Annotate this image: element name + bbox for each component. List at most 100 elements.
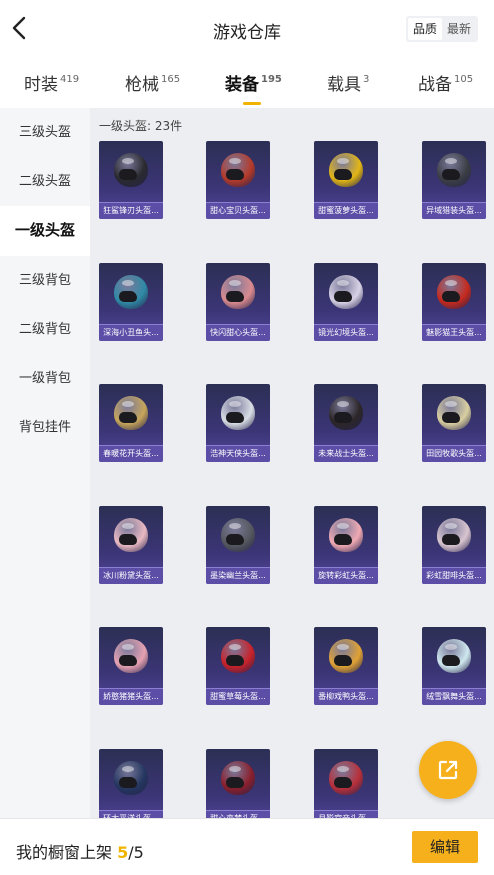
helmet-image: [329, 760, 363, 797]
tab-vehicles[interactable]: 载具 3: [327, 70, 369, 95]
helmet-image: [114, 153, 148, 189]
sidebar-item-level2-helmet[interactable]: 二级头盔: [0, 157, 90, 206]
sidebar-item-level2-backpack[interactable]: 二级背包: [0, 305, 90, 354]
item-name: 番柳戏鸭头盔...: [314, 688, 378, 705]
helmet-image: [114, 396, 148, 432]
item-card[interactable]: 深海小丑鱼头...: [99, 262, 163, 341]
helmet-image: [437, 517, 471, 554]
item-name: 春暖花开头盔...: [99, 445, 163, 462]
tab-firearms[interactable]: 枪械 165: [125, 70, 180, 95]
tab-war-supplies[interactable]: 战备 105: [418, 70, 473, 95]
item-card[interactable]: 狂鲨锋刃头盔...: [99, 141, 163, 219]
helmet-image: [329, 639, 363, 675]
item-card[interactable]: 绒雪飘舞头盔...: [422, 627, 486, 705]
item-card[interactable]: 魅影猫王头盔...: [422, 262, 486, 341]
helmet-image: [221, 517, 255, 554]
showcase-total: /5: [128, 843, 144, 862]
item-name: 甜蜜草莓头盔...: [206, 688, 270, 705]
tab-label: 战备: [418, 75, 452, 95]
item-card[interactable]: 甜心宝贝头盔...: [206, 141, 270, 219]
item-name: 墨染幽兰头盔...: [206, 566, 270, 584]
tab-count: 195: [261, 74, 282, 85]
tab-count: 165: [161, 74, 181, 85]
sort-toggle: 品质 最新: [405, 16, 478, 42]
item-card[interactable]: 彩虹甜啡头盔...: [422, 505, 486, 584]
item-name: 甜心恋梦头盔...: [206, 809, 270, 818]
item-card[interactable]: 未来战士头盔...: [314, 384, 378, 462]
item-name: 异域猎装头盔...: [422, 202, 486, 219]
item-name: 旋转彩虹头盔...: [314, 566, 378, 584]
helmet-image: [329, 517, 363, 554]
sidebar-item-level1-backpack[interactable]: 一级背包: [0, 354, 90, 403]
item-card[interactable]: 旋转彩虹头盔...: [314, 505, 378, 584]
item-name: 甜蜜菠萝头盔...: [314, 202, 378, 219]
tab-count: 105: [454, 74, 474, 85]
item-card[interactable]: 娇憨猪猪头盔...: [99, 627, 163, 705]
sort-option-quality[interactable]: 品质: [407, 18, 442, 40]
helmet-image: [221, 639, 255, 675]
item-name: 环太平洋头盔...: [99, 809, 163, 818]
item-card[interactable]: 冰川粉黛头盔...: [99, 505, 163, 584]
tab-count: 3: [363, 74, 370, 85]
header: 游戏仓库 品质 最新: [0, 0, 494, 58]
item-card[interactable]: 异域猎装头盔...: [422, 141, 486, 219]
item-name: 快闪甜心头盔...: [206, 323, 270, 341]
sidebar-item-level1-helmet[interactable]: 一级头盔: [0, 206, 90, 256]
item-name: 狂鲨锋刃头盔...: [99, 202, 163, 219]
item-name: 未来战士头盔...: [314, 445, 378, 462]
showcase-label: 我的橱窗上架 5/5: [16, 839, 144, 863]
sort-option-newest[interactable]: 最新: [442, 18, 476, 40]
helmet-image: [437, 153, 471, 189]
item-name: 甜心宝贝头盔...: [206, 202, 270, 219]
helmet-image: [221, 396, 255, 432]
item-card[interactable]: 田园牧歌头盔...: [422, 384, 486, 462]
helmet-image: [114, 760, 148, 797]
item-grid: 一级头盔: 23件 狂鲨锋刃头盔... 甜心宝贝头盔... 甜蜜菠萝头盔... 异域猎…: [90, 108, 494, 818]
item-card[interactable]: 环太平洋头盔...: [99, 748, 163, 818]
item-name: 月影宫帝头盔...: [314, 809, 378, 818]
item-name: 深海小丑鱼头...: [99, 323, 163, 341]
edit-button[interactable]: 编辑: [412, 831, 478, 863]
helmet-image: [329, 396, 363, 432]
item-name: 冰川粉黛头盔...: [99, 566, 163, 584]
share-button[interactable]: [419, 741, 477, 799]
helmet-image: [114, 274, 148, 311]
bottom-bar: 我的橱窗上架 5/5 编辑: [0, 818, 494, 875]
item-card[interactable]: 浩神天侠头盔...: [206, 384, 270, 462]
helmet-image: [114, 639, 148, 675]
item-card[interactable]: 甜蜜草莓头盔...: [206, 627, 270, 705]
helmet-image: [221, 274, 255, 311]
item-card[interactable]: 墨染幽兰头盔...: [206, 505, 270, 584]
helmet-image: [329, 153, 363, 189]
item-name: 田园牧歌头盔...: [422, 445, 486, 462]
item-name: 娇憨猪猪头盔...: [99, 688, 163, 705]
item-name: 魅影猫王头盔...: [422, 323, 486, 341]
sidebar-item-backpack-charm[interactable]: 背包挂件: [0, 403, 90, 452]
tab-label: 载具: [327, 75, 361, 95]
tab-equipment[interactable]: 装备 195: [225, 70, 282, 105]
showcase-used-count: 5: [117, 843, 129, 862]
tab-costume[interactable]: 时装 419: [24, 70, 79, 95]
item-name: 镜光幻境头盔...: [314, 323, 378, 341]
active-tab-indicator: [243, 102, 261, 105]
tab-count: 419: [60, 74, 80, 85]
helmet-image: [437, 396, 471, 432]
item-card[interactable]: 春暖花开头盔...: [99, 384, 163, 462]
showcase-text: 我的橱窗上架: [16, 843, 113, 862]
item-card[interactable]: 甜蜜菠萝头盔...: [314, 141, 378, 219]
tab-label: 枪械: [125, 75, 159, 95]
tab-label: 时装: [24, 75, 58, 95]
item-card[interactable]: 镜光幻境头盔...: [314, 262, 378, 341]
item-name: 彩虹甜啡头盔...: [422, 566, 486, 584]
helmet-image: [114, 517, 148, 554]
item-card[interactable]: 甜心恋梦头盔...: [206, 748, 270, 818]
sidebar-item-level3-helmet[interactable]: 三级头盔: [0, 108, 90, 157]
item-card[interactable]: 月影宫帝头盔...: [314, 748, 378, 818]
item-name: 绒雪飘舞头盔...: [422, 688, 486, 705]
helmet-image: [329, 274, 363, 311]
sidebar-item-level3-backpack[interactable]: 三级背包: [0, 256, 90, 305]
helmet-image: [221, 760, 255, 797]
item-card[interactable]: 番柳戏鸭头盔...: [314, 627, 378, 705]
tab-label: 装备: [225, 75, 259, 95]
item-card[interactable]: 快闪甜心头盔...: [206, 262, 270, 341]
